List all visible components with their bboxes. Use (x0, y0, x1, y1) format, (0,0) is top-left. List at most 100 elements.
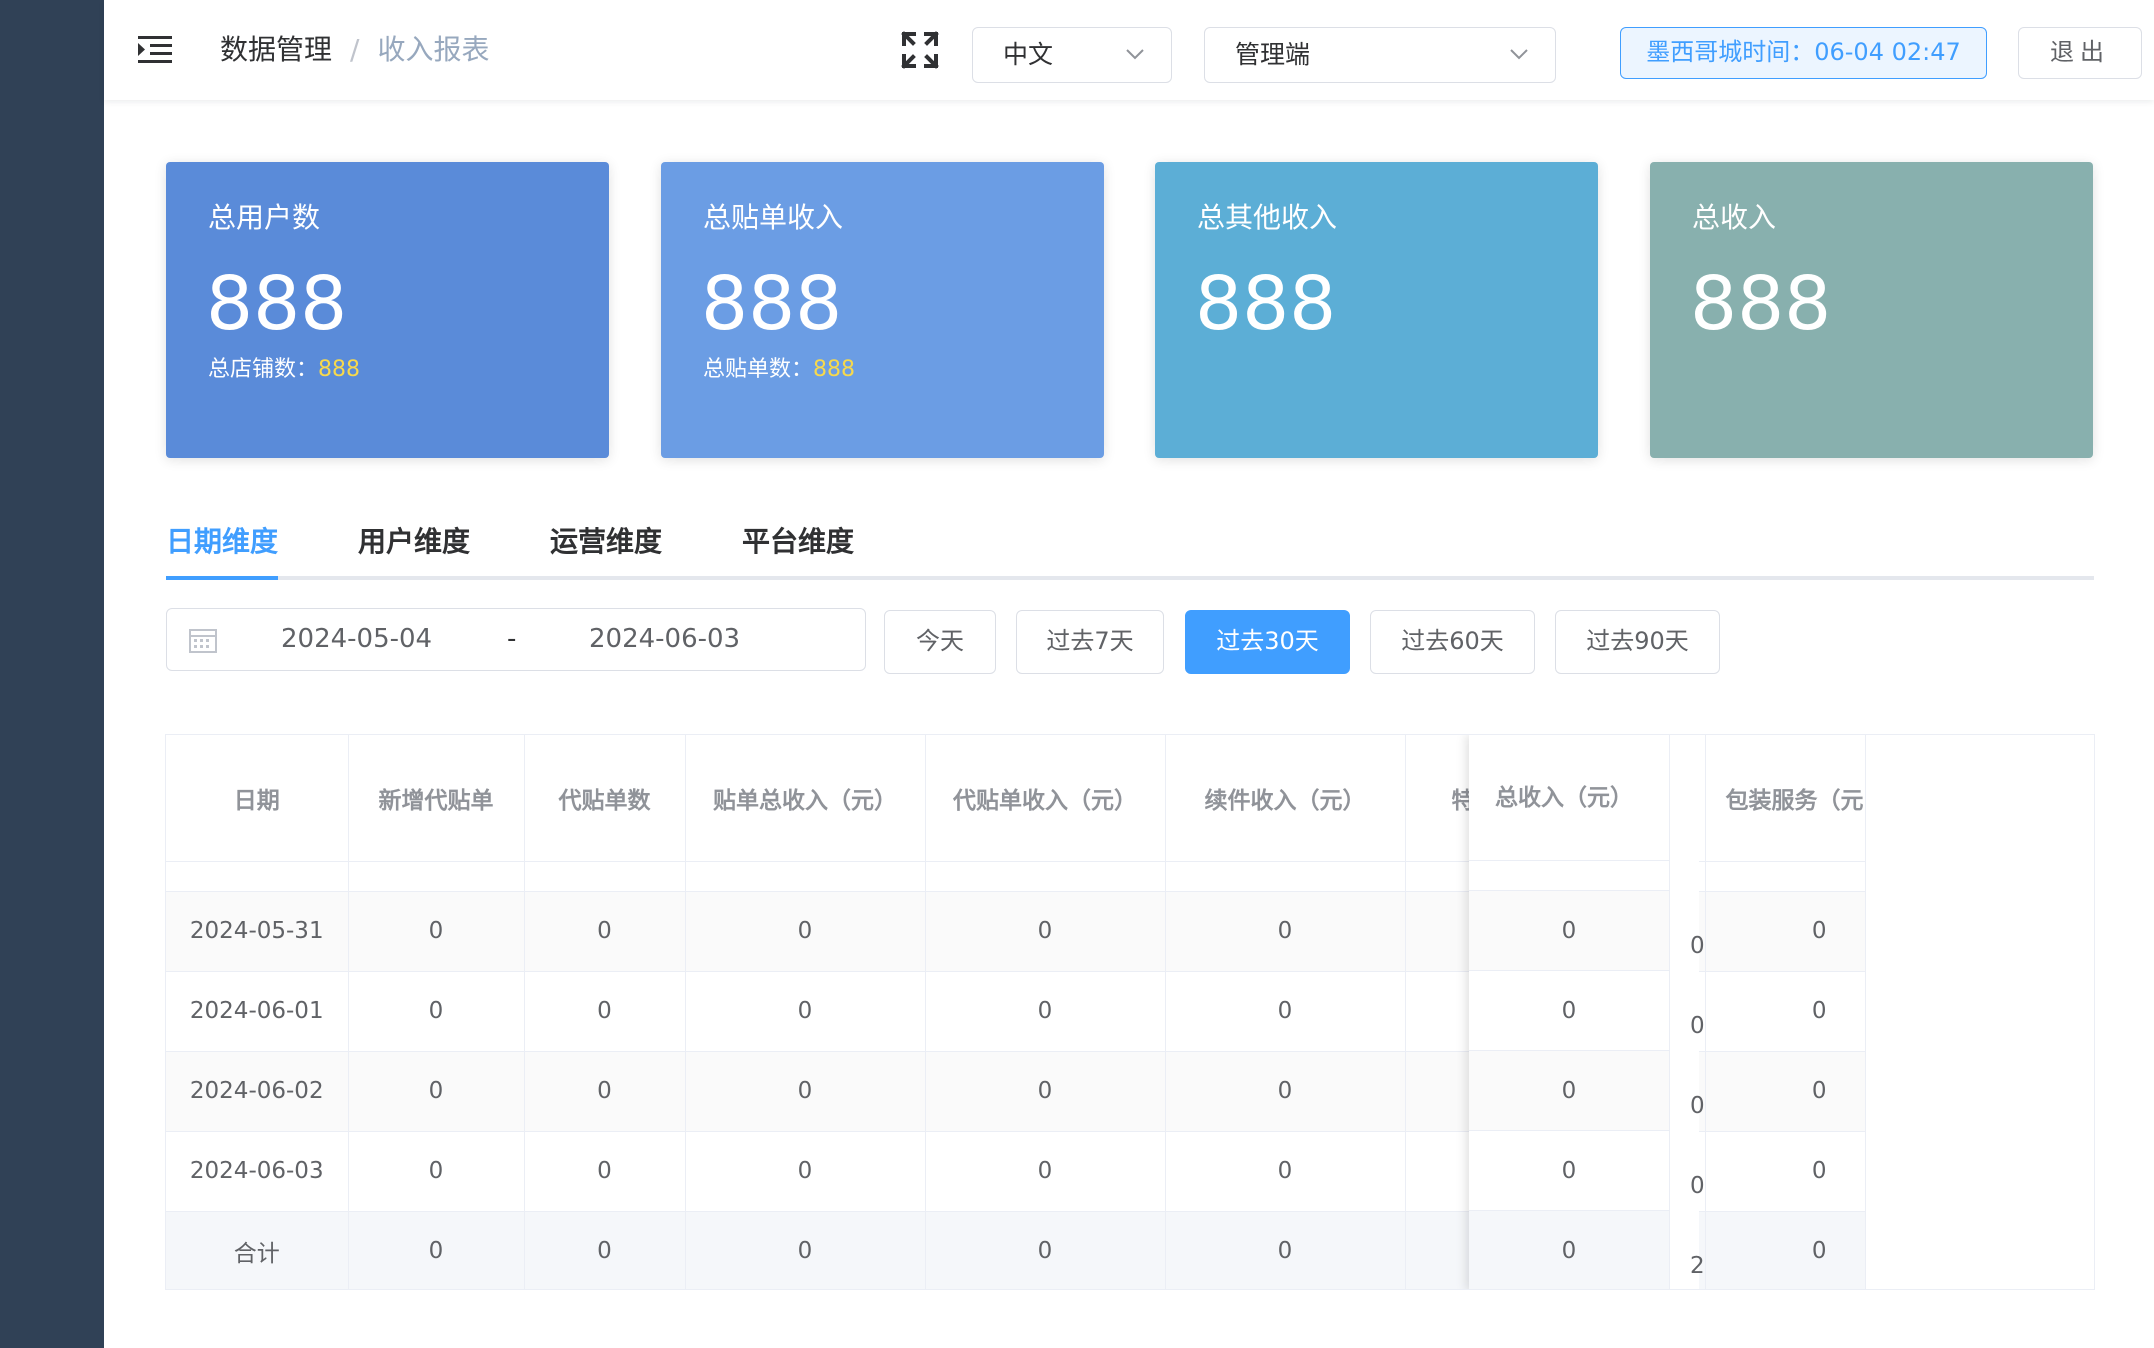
tab-date-dimension[interactable]: 日期维度 (166, 510, 278, 574)
logout-button[interactable]: 退出 (2018, 27, 2142, 79)
clipped-column-edge: 0 0 0 0 2 (1669, 735, 1705, 1289)
calendar-icon (189, 629, 217, 653)
range-7days-button[interactable]: 过去7天 (1016, 610, 1164, 674)
chevron-down-icon (1126, 49, 1144, 60)
income-table: 日期 新增代贴单 代贴单数 贴单总收入（元） 代贴单收入（元） 续件收入（元） … (165, 734, 2095, 1290)
sidebar (0, 0, 104, 1348)
range-90days-button[interactable]: 过去90天 (1555, 610, 1720, 674)
range-60days-button[interactable]: 过去60天 (1370, 610, 1535, 674)
cell: 0 (524, 1131, 686, 1212)
cell: 0 (348, 1131, 525, 1212)
cell: 0 (925, 1051, 1166, 1132)
cell: 0 (1165, 1131, 1406, 1212)
date-range-separator: - (507, 624, 517, 654)
cell: 0 (348, 891, 525, 972)
card-sub: 总店铺数：888 (208, 352, 360, 388)
cell: 0 (685, 1131, 926, 1212)
chevron-down-icon (1510, 49, 1528, 60)
column-header: 新增代贴单 (348, 735, 525, 862)
stat-card-total-income: 总收入 888 (1650, 162, 2093, 458)
cell-clipped: 0 (1690, 933, 1705, 959)
stat-card-total-other-income: 总其他收入 888 (1155, 162, 1598, 458)
role-select[interactable]: 管理端 (1204, 27, 1556, 83)
column-header: 贴单总收入（元） (685, 735, 926, 862)
column-header: 代贴单数 (524, 735, 686, 862)
dimension-tabs: 日期维度 用户维度 运营维度 平台维度 (166, 510, 2094, 580)
card-value: 888 (206, 261, 348, 347)
cell-clipped: 0 (1690, 1173, 1705, 1199)
cell: 0 (685, 1211, 926, 1289)
card-value: 888 (701, 261, 843, 347)
stat-card-total-label-income: 总贴单收入 888 总贴单数：888 (661, 162, 1104, 458)
column-header: 代贴单收入（元） (925, 735, 1166, 862)
cell-clipped: 0 (1690, 1093, 1705, 1119)
card-value: 888 (1690, 261, 1832, 347)
breadcrumb: 数据管理 / 收入报表 (220, 30, 489, 70)
card-title: 总收入 (1692, 201, 1777, 234)
card-sub: 总贴单数：888 (703, 352, 855, 388)
cell: 0 (524, 1211, 686, 1289)
cell-summary-label: 合计 (166, 1211, 349, 1289)
cell: 0 (1165, 1211, 1406, 1289)
cell: 0 (348, 1051, 525, 1132)
stat-card-total-users: 总用户数 888 总店铺数：888 (166, 162, 609, 458)
role-select-value: 管理端 (1235, 40, 1311, 69)
navbar: 数据管理 / 收入报表 中文 管理端 墨西哥城时间：06-04 02:47 退出 (104, 0, 2154, 100)
cell-total: 0 (1469, 971, 1669, 1051)
cell: 0 (685, 891, 926, 972)
cell: 0 (1705, 1051, 1866, 1132)
cell: 0 (1705, 1211, 1866, 1289)
date-range-start[interactable]: 2024-05-04 (281, 609, 432, 669)
cell: 0 (524, 891, 686, 972)
cell: 0 (1705, 971, 1866, 1052)
card-sub-value: 888 (318, 357, 361, 382)
fixed-cell-partial (1469, 861, 1669, 891)
column-header: 包装服务（元 (1705, 735, 1866, 862)
breadcrumb-item-current: 收入报表 (377, 33, 490, 66)
cell: 0 (1165, 1051, 1406, 1132)
timezone-time-button[interactable]: 墨西哥城时间：06-04 02:47 (1620, 27, 1987, 79)
column-header: 总收入（元） (1469, 735, 1669, 861)
fullscreen-icon[interactable] (900, 30, 940, 70)
card-sub-label: 总店铺数： (208, 357, 319, 382)
cell: 0 (1705, 891, 1866, 972)
active-tab-indicator (166, 576, 278, 580)
cell-total: 0 (1469, 1051, 1669, 1131)
tab-platform-dimension[interactable]: 平台维度 (742, 510, 854, 574)
date-range-picker[interactable]: 2024-05-04 - 2024-06-03 (166, 608, 866, 671)
cell-clipped: 0 (1690, 1013, 1705, 1039)
tab-user-dimension[interactable]: 用户维度 (358, 510, 470, 574)
card-title: 总其他收入 (1197, 201, 1338, 234)
main-area: 数据管理 / 收入报表 中文 管理端 墨西哥城时间：06-04 02:47 退出 总… (104, 0, 2154, 1348)
card-title: 总用户数 (208, 201, 321, 234)
cell: 0 (925, 1211, 1166, 1289)
cell-total: 0 (1469, 1131, 1669, 1211)
cell: 0 (1165, 971, 1406, 1052)
breadcrumb-separator: / (350, 33, 360, 66)
language-select-value: 中文 (1003, 40, 1054, 69)
language-select[interactable]: 中文 (972, 27, 1172, 83)
cell-clipped: 2 (1690, 1253, 1705, 1279)
cell: 0 (524, 971, 686, 1052)
cell: 0 (348, 971, 525, 1052)
column-header: 日期 (166, 735, 349, 862)
menu-toggle-icon[interactable] (138, 34, 172, 64)
date-range-end[interactable]: 2024-06-03 (589, 609, 740, 669)
breadcrumb-item-data-management[interactable]: 数据管理 (220, 33, 332, 66)
cell: 0 (685, 971, 926, 1052)
cell: 0 (1165, 891, 1406, 972)
card-value: 888 (1195, 261, 1337, 347)
range-today-button[interactable]: 今天 (884, 610, 996, 674)
cell: 0 (348, 1211, 525, 1289)
card-sub-value: 888 (813, 357, 856, 382)
cell-total: 0 (1469, 891, 1669, 971)
range-30days-button[interactable]: 过去30天 (1185, 610, 1350, 674)
cell: 0 (925, 1131, 1166, 1212)
tab-operation-dimension[interactable]: 运营维度 (550, 510, 662, 574)
fixed-total-column: 总收入（元） 0 0 0 0 0 (1469, 735, 1669, 1289)
cell: 0 (925, 891, 1166, 972)
card-sub-label: 总贴单数： (703, 357, 814, 382)
cell-date: 2024-05-31 (166, 891, 349, 972)
cell: 0 (925, 971, 1166, 1052)
card-title: 总贴单收入 (703, 201, 844, 234)
